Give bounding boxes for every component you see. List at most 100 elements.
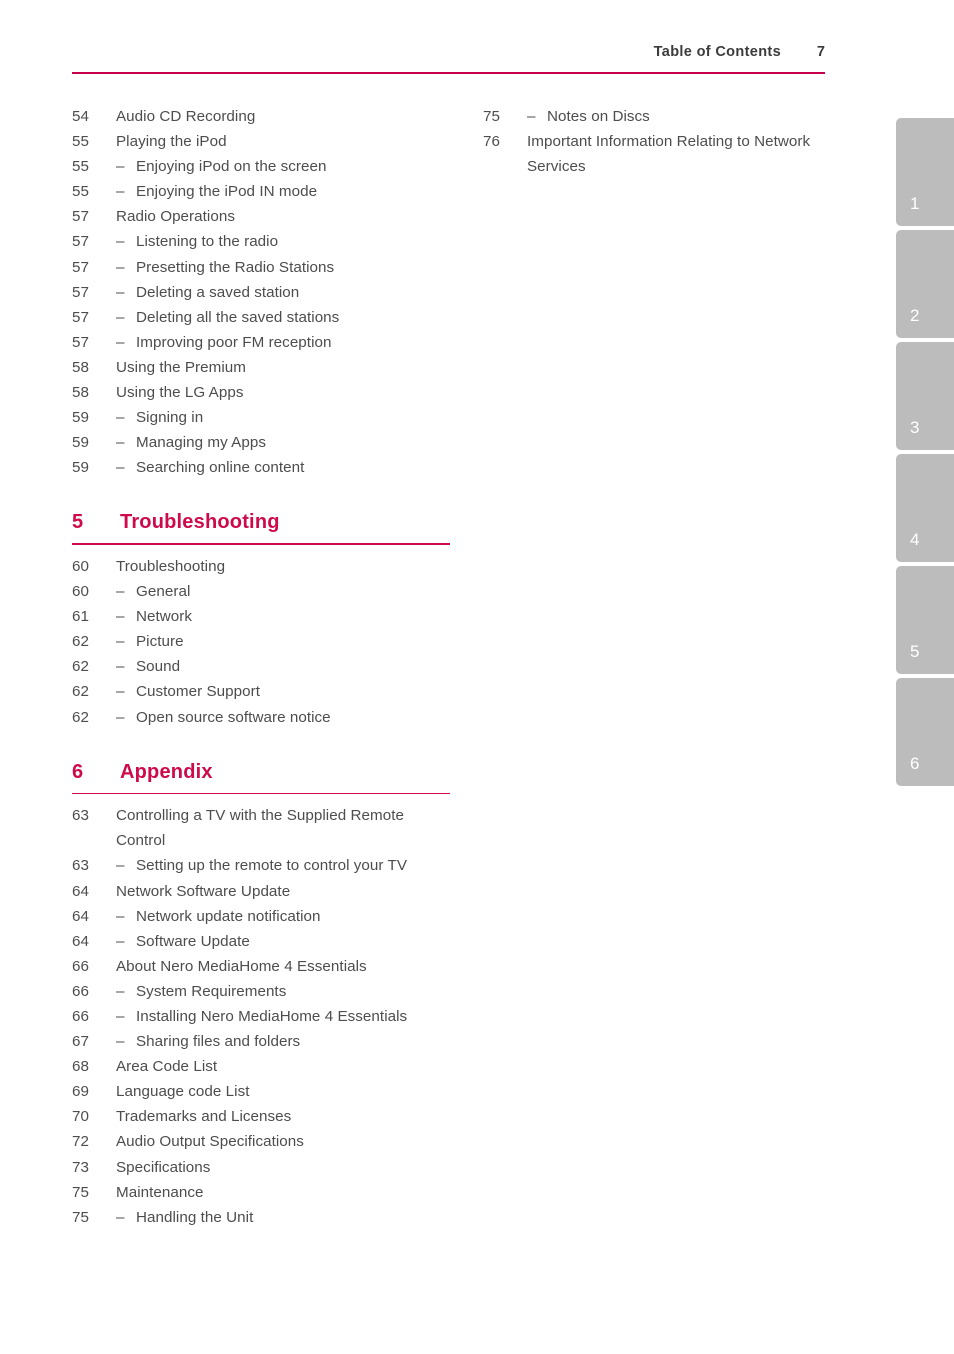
toc-entry[interactable]: 59 – Signing in — [72, 405, 452, 430]
toc-entry[interactable]: 57 – Deleting a saved station — [72, 280, 452, 305]
toc-entry[interactable]: 63 – Setting up the remote to control your… — [72, 853, 452, 878]
toc-entry[interactable]: 60 – General — [72, 579, 452, 604]
toc-entry-body: – Handling the Unit — [116, 1205, 452, 1230]
toc-entry-label: Presetting the Radio Stations — [136, 258, 335, 276]
toc-entry[interactable]: 57 – Improving poor FM reception — [72, 330, 452, 355]
toc-entry[interactable]: 76 Important Information Relating to Netw… — [483, 129, 863, 179]
toc-entry-body: Important Information Relating to Networ… — [527, 129, 863, 179]
toc-entry[interactable]: 66 About Nero MediaHome 4 Essentials — [72, 954, 452, 979]
toc-entry[interactable]: 66 – System Requirements — [72, 979, 452, 1004]
toc-page-number: 55 — [72, 183, 89, 201]
page-number: 7 — [816, 44, 825, 60]
toc-dash-marker: – — [116, 907, 125, 925]
toc-entry[interactable]: 70 Trademarks and Licenses — [72, 1104, 452, 1129]
toc-entry[interactable]: 64 Network Software Update — [72, 879, 452, 904]
toc-entry-body: Specifications — [116, 1155, 452, 1180]
chapter-tab[interactable]: 3 — [896, 342, 954, 450]
toc-entry[interactable]: 57 – Presetting the Radio Stations — [72, 255, 452, 280]
toc-entry[interactable]: 64 – Network update notification — [72, 904, 452, 929]
toc-entry-body: Audio Output Specifications — [116, 1129, 452, 1154]
toc-dash-marker: – — [116, 1208, 125, 1226]
toc-entry[interactable]: 57 Radio Operations — [72, 204, 452, 229]
header-row: Table of Contents 7 — [72, 44, 825, 70]
toc-dash-marker: – — [116, 333, 125, 351]
toc-entry[interactable]: 54 Audio CD Recording — [72, 104, 452, 129]
toc-entry[interactable]: 57 – Deleting all the saved stations — [72, 305, 452, 330]
toc-dash-marker: – — [116, 932, 125, 950]
toc-entry[interactable]: 67 – Sharing files and folders — [72, 1029, 452, 1054]
toc-entry-label: System Requirements — [136, 982, 287, 1000]
toc-entry[interactable]: 75 Maintenance — [72, 1180, 452, 1205]
toc-entry-body: – Customer Support — [116, 679, 452, 704]
toc-entry-body: Using the LG Apps — [116, 380, 452, 405]
toc-entry[interactable]: 55 – Enjoying iPod on the screen — [72, 154, 452, 179]
toc-entry[interactable]: 61 – Network — [72, 604, 452, 629]
toc-entry[interactable]: 63 Controlling a TV with the Supplied Rem… — [72, 803, 452, 853]
toc-entry-body: – General — [116, 579, 452, 604]
chapter-tab[interactable]: 4 — [896, 454, 954, 562]
toc-entry[interactable]: 59 – Searching online content — [72, 455, 452, 480]
section-number: 5 — [72, 511, 84, 534]
toc-entry-body: – Picture — [116, 629, 452, 654]
toc-entry-body: – Network — [116, 604, 452, 629]
toc-page-number: 63 — [72, 857, 89, 875]
toc-entry-body: About Nero MediaHome 4 Essentials — [116, 954, 452, 979]
toc-entry[interactable]: 73 Specifications — [72, 1155, 452, 1180]
toc-page-number: 57 — [72, 333, 89, 351]
toc-entry-body: – Setting up the remote to control your T… — [116, 853, 452, 878]
toc-entry-body: Troubleshooting — [116, 554, 452, 579]
toc-entry-body: – Network update notification — [116, 904, 452, 929]
toc-page-number: 70 — [72, 1108, 89, 1126]
toc-entry[interactable]: 58 Using the Premium — [72, 355, 452, 380]
toc-entry-body: – Installing Nero MediaHome 4 Essentials — [116, 1004, 452, 1029]
toc-entry-label: Deleting a saved station — [136, 283, 300, 301]
toc-entry[interactable]: 55 Playing the iPod — [72, 129, 452, 154]
toc-entry-label: Installing Nero MediaHome 4 Essentials — [136, 1008, 408, 1025]
toc-entry[interactable]: 62 – Customer Support — [72, 679, 452, 704]
toc-entry[interactable]: 62 – Sound — [72, 654, 452, 679]
toc-dash-marker: – — [527, 108, 536, 125]
toc-entry-label: Notes on Discs — [547, 108, 650, 125]
toc-dash-marker: – — [116, 608, 125, 626]
section-title: Appendix — [120, 760, 213, 783]
toc-entry[interactable]: 68 Area Code List — [72, 1054, 452, 1079]
toc-entry[interactable]: 75 – Notes on Discs — [483, 104, 863, 129]
toc-entry[interactable]: 66 – Installing Nero MediaHome 4 Essential… — [72, 1004, 452, 1029]
toc-entry[interactable]: 57 – Listening to the radio — [72, 229, 452, 254]
toc-entry-label: Searching online content — [136, 459, 305, 477]
toc-dash-marker: – — [116, 658, 125, 676]
toc-entry[interactable]: 55 – Enjoying the iPod IN mode — [72, 179, 452, 204]
toc-entry[interactable]: 59 – Managing my Apps — [72, 430, 452, 455]
toc-dash-marker: – — [116, 233, 125, 251]
toc-entry-label: Troubleshooting — [116, 558, 226, 575]
toc-page-number: 62 — [72, 708, 89, 726]
toc-entry[interactable]: 75 – Handling the Unit — [72, 1205, 452, 1230]
chapter-tab[interactable]: 1 — [896, 118, 954, 226]
toc-entry-label: Audio CD Recording — [116, 108, 256, 125]
toc-entry[interactable]: 60 Troubleshooting — [72, 554, 452, 579]
chapter-tab-number: 5 — [910, 642, 920, 661]
toc-dash-marker: – — [116, 1008, 125, 1025]
toc-dash-marker: – — [116, 308, 125, 326]
toc-entry-body: – Improving poor FM reception — [116, 330, 452, 355]
toc-entry-body: Maintenance — [116, 1180, 452, 1205]
toc-entry-body: Network Software Update — [116, 879, 452, 904]
toc-entry-label: Improving poor FM reception — [136, 333, 332, 351]
toc-page-number: 69 — [72, 1083, 89, 1101]
toc-entry[interactable]: 72 Audio Output Specifications — [72, 1129, 452, 1154]
toc-entry[interactable]: 58 Using the LG Apps — [72, 380, 452, 405]
toc-entry-label: About Nero MediaHome 4 Essentials — [116, 957, 367, 975]
toc-entry[interactable]: 62 – Picture — [72, 629, 452, 654]
toc-entry[interactable]: 62 – Open source software notice — [72, 705, 452, 730]
section-number: 6 — [72, 760, 84, 783]
toc-page-number: 58 — [72, 358, 89, 376]
toc-page-number: 75 — [483, 108, 500, 125]
chapter-tab[interactable]: 2 — [896, 230, 954, 338]
toc-entry-label: Handling the Unit — [136, 1208, 254, 1226]
toc-page-number: 60 — [72, 583, 89, 601]
chapter-tab[interactable]: 6 — [896, 678, 954, 786]
toc-entry-label: Customer Support — [136, 683, 261, 701]
toc-entry[interactable]: 64 – Software Update — [72, 929, 452, 954]
chapter-tab[interactable]: 5 — [896, 566, 954, 674]
toc-entry[interactable]: 69 Language code List — [72, 1079, 452, 1104]
